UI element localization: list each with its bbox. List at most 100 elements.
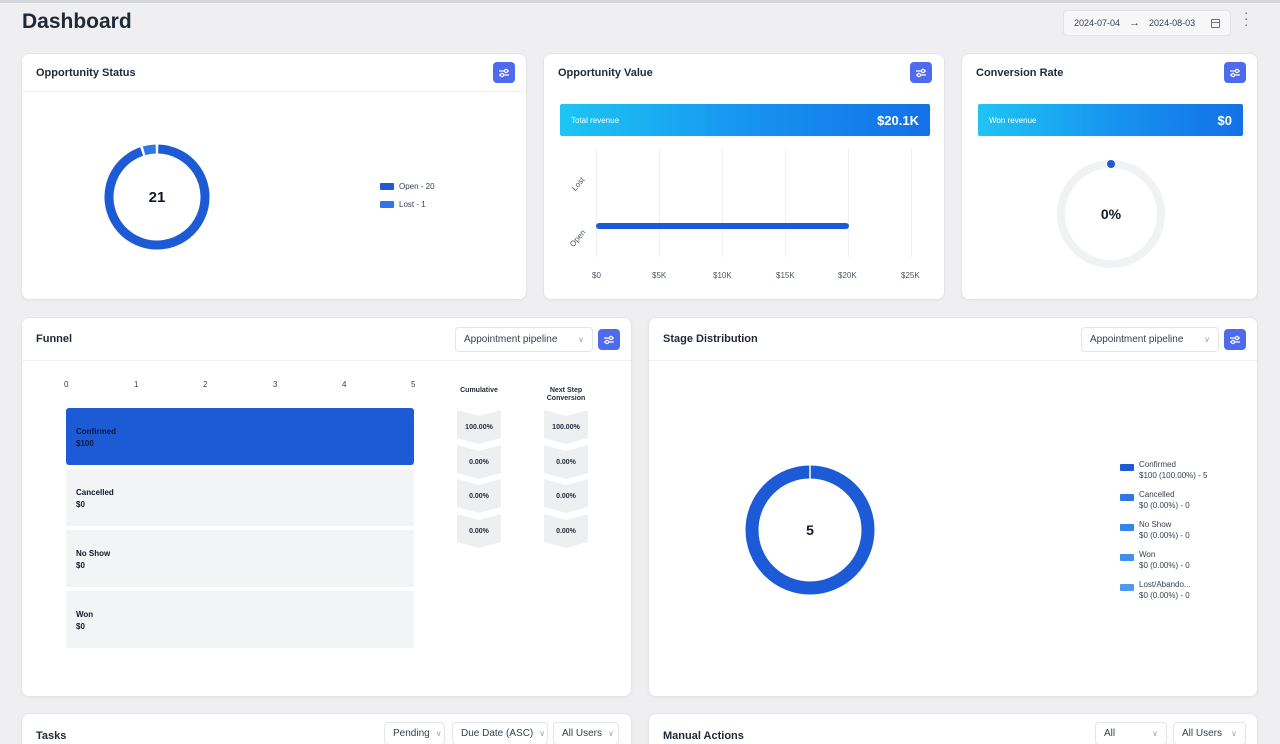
- banner-value: $20.1K: [877, 112, 919, 128]
- grid-line: [659, 149, 660, 257]
- x-tick: 2: [203, 380, 208, 389]
- cumulative-cell: 0.00%: [457, 445, 501, 479]
- stage-amount: $0: [76, 622, 85, 631]
- legend-stage-detail: $0 (0.00%) - 0: [1139, 501, 1190, 510]
- legend-stage-name: Lost/Abando...: [1139, 580, 1191, 589]
- sort-select[interactable]: Due Date (ASC) ∨: [452, 722, 548, 744]
- donut-slice-lost: [142, 144, 156, 156]
- legend-swatch: [380, 183, 394, 190]
- pipeline-select[interactable]: Appointment pipeline ∨: [455, 327, 593, 352]
- chevron-down-icon: ∨: [435, 729, 442, 738]
- chevron-down-icon: ∨: [1204, 335, 1210, 344]
- x-tick: 1: [134, 380, 139, 389]
- pipeline-select-value: Appointment pipeline: [1090, 334, 1184, 345]
- manual-actions-card: Manual Actions All ∨ All Users ∨: [648, 713, 1258, 744]
- donut-center-value: 21: [149, 189, 166, 206]
- legend-stage-detail: $100 (100.00%) - 5: [1139, 471, 1208, 480]
- cumulative-column-header: Cumulative: [460, 387, 498, 394]
- legend-swatch: [1120, 524, 1134, 531]
- funnel-bar-cancelled[interactable]: Cancelled $0: [66, 469, 414, 526]
- filter-button[interactable]: [493, 62, 515, 83]
- legend-swatch: [1120, 584, 1134, 591]
- stage-name: Won: [76, 610, 94, 619]
- stage-distribution-donut: 5: [745, 465, 875, 595]
- header-line: Conversion: [546, 395, 586, 402]
- header-line: Next Step: [549, 387, 583, 394]
- card-header: Conversion Rate: [962, 54, 1257, 92]
- date-range-picker[interactable]: 2024-07-04 → 2024-08-03: [1063, 10, 1231, 36]
- grid-line: [785, 149, 786, 257]
- y-tick-lost: Lost: [570, 175, 587, 193]
- stage-name: Confirmed: [76, 427, 116, 436]
- legend-stage-name: Won: [1139, 550, 1156, 559]
- y-tick-open: Open: [568, 228, 588, 249]
- legend-stage-name: No Show: [1139, 520, 1172, 529]
- type-select[interactable]: All ∨: [1095, 722, 1167, 744]
- card-title: Conversion Rate: [976, 67, 1064, 79]
- banner-value: $0: [1217, 112, 1232, 128]
- card-header: Opportunity Status: [22, 54, 526, 92]
- kebab-menu-icon[interactable]: · · ·: [1244, 6, 1248, 31]
- grid-line: [596, 149, 597, 257]
- card-title: Funnel: [36, 333, 73, 345]
- filter-button[interactable]: [1224, 62, 1246, 83]
- chevron-down-icon: ∨: [1152, 729, 1158, 738]
- card-title: Opportunity Status: [36, 67, 136, 79]
- legend-text: Confirmed $100 (100.00%) - 5: [1139, 459, 1208, 481]
- won-revenue-banner: Won revenue $0: [978, 104, 1243, 136]
- next-step-cell: 0.00%: [544, 514, 588, 548]
- legend-swatch: [1120, 494, 1134, 501]
- x-tick: 3: [273, 380, 278, 389]
- legend-label: Open - 20: [399, 182, 435, 191]
- next-step-cell: 100.00%: [544, 410, 588, 444]
- grid-line: [911, 149, 912, 257]
- filter-icon: [1230, 335, 1240, 344]
- x-tick: 0: [64, 380, 69, 389]
- legend-item: Cancelled $0 (0.00%) - 0: [1120, 489, 1190, 511]
- legend-text: Cancelled $0 (0.00%) - 0: [1139, 489, 1190, 511]
- donut-center-value: 5: [806, 522, 814, 538]
- chevron-down-icon: ∨: [608, 729, 614, 738]
- conversion-rate-gauge: 0%: [1057, 160, 1165, 268]
- cumulative-cell: 0.00%: [457, 514, 501, 548]
- legend-stage-detail: $0 (0.00%) - 0: [1139, 591, 1190, 600]
- opportunity-status-card: Opportunity Status 21 Open - 20 Lost - 1: [21, 53, 527, 300]
- grid-line: [722, 149, 723, 257]
- card-title: Manual Actions: [663, 730, 744, 742]
- legend-item: Confirmed $100 (100.00%) - 5: [1120, 459, 1208, 481]
- filter-button[interactable]: [1224, 329, 1246, 350]
- legend-swatch: [1120, 464, 1134, 471]
- x-tick: 4: [342, 380, 347, 389]
- filter-button[interactable]: [598, 329, 620, 350]
- funnel-bar-confirmed[interactable]: Confirmed $100: [66, 408, 414, 465]
- stage-name: Cancelled: [76, 488, 114, 497]
- funnel-bar-won[interactable]: Won $0: [66, 591, 414, 648]
- sort-select-value: Due Date (ASC): [461, 728, 534, 739]
- status-select-value: Pending: [393, 728, 430, 739]
- card-header: Stage Distribution Appointment pipeline …: [649, 318, 1257, 361]
- users-select[interactable]: All Users ∨: [553, 722, 619, 744]
- stage-distribution-card: Stage Distribution Appointment pipeline …: [648, 317, 1258, 697]
- stage-amount: $100: [76, 439, 94, 448]
- filter-icon: [499, 68, 509, 77]
- filter-icon: [604, 335, 614, 344]
- x-tick: $5K: [652, 271, 667, 280]
- filter-button[interactable]: [910, 62, 932, 83]
- legend-stage-detail: $0 (0.00%) - 0: [1139, 531, 1190, 540]
- cumulative-cell: 100.00%: [457, 410, 501, 444]
- gauge-progress-dot: [1107, 160, 1115, 168]
- status-select[interactable]: Pending ∨: [384, 722, 445, 744]
- legend-text: Lost/Abando... $0 (0.00%) - 0: [1139, 579, 1191, 601]
- total-revenue-banner: Total revenue $20.1K: [560, 104, 930, 136]
- funnel-bar-no-show[interactable]: No Show $0: [66, 530, 414, 587]
- type-select-value: All: [1104, 728, 1116, 739]
- legend-stage-name: Cancelled: [1139, 490, 1175, 499]
- banner-label: Won revenue: [989, 115, 1037, 125]
- bar-open: [596, 223, 850, 229]
- page-title: Dashboard: [22, 10, 132, 33]
- users-select-value: All Users: [1182, 728, 1223, 739]
- users-select[interactable]: All Users ∨: [1173, 722, 1246, 744]
- card-title: Tasks: [36, 730, 67, 742]
- pipeline-select[interactable]: Appointment pipeline ∨: [1081, 327, 1219, 352]
- conversion-rate-card: Conversion Rate Won revenue $0 0%: [961, 53, 1258, 300]
